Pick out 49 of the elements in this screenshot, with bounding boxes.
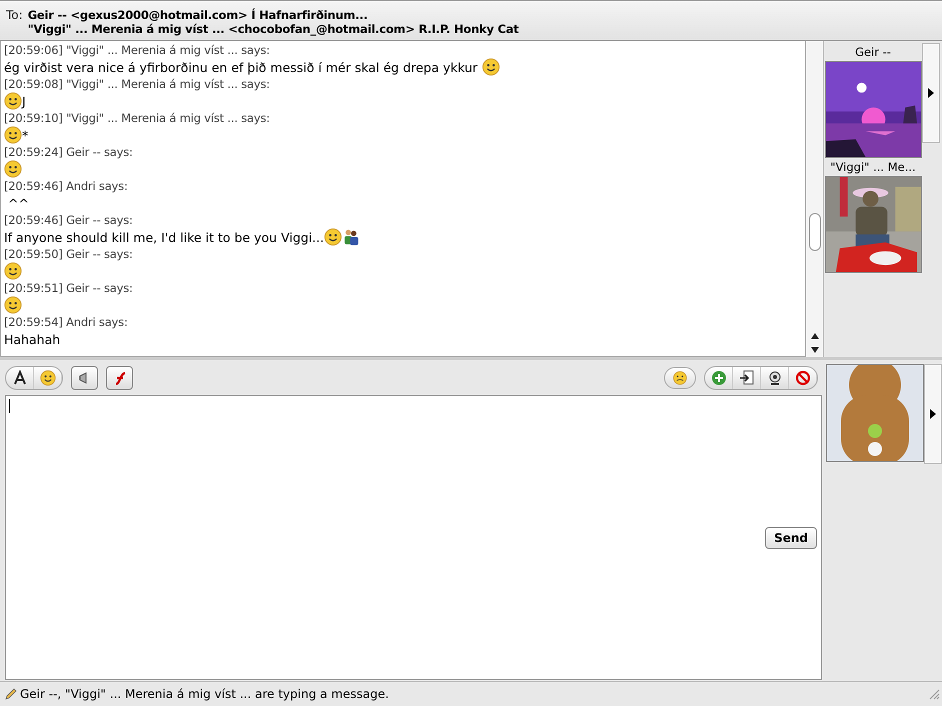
message-input[interactable]: Send [5, 395, 822, 680]
contact-name: Geir -- [855, 44, 891, 61]
message-header: [20:59:08] "Viggi" ... Merenia á mig víst ... says: [4, 76, 271, 92]
recipient-text: "Viggi" ... Merenia á mig víst ... <chocobofan_@hotmail.com> R.I.P. Honky Cat [28, 22, 519, 36]
message-header: [20:59:46] Andri says: [4, 178, 129, 194]
message-text: ^^ [6, 196, 29, 210]
smiley-icon [482, 58, 500, 76]
scrollbar[interactable] [806, 41, 824, 357]
scroll-thumb[interactable] [809, 213, 821, 251]
flash-button[interactable] [106, 366, 133, 390]
message-text: * [22, 128, 28, 142]
plus-icon [710, 370, 726, 386]
message-text: Hahahah [4, 332, 60, 346]
file-arrow-icon [738, 370, 754, 386]
message-header: [20:59:10] "Viggi" ... Merenia á mig víst ... says: [4, 110, 271, 126]
message-header: [20:59:51] Geir -- says: [4, 280, 134, 296]
pencil-icon [5, 688, 17, 700]
to-label: To: [6, 8, 23, 24]
message-header: [20:59:50] Geir -- says: [4, 246, 134, 262]
message-header: [20:59:24] Geir -- says: [4, 144, 134, 160]
webcam-icon [766, 370, 782, 386]
nudge-button[interactable] [664, 367, 696, 389]
smiley-icon [40, 370, 56, 386]
message-header: [20:59:54] Andri says: [4, 314, 129, 330]
smiley-icon [4, 262, 22, 280]
arrow-right-icon [928, 88, 934, 98]
arrow-right-icon [930, 409, 936, 419]
block-icon [794, 370, 810, 386]
message-header: [20:59:46] Geir -- says: [4, 212, 134, 228]
smiley-icon [4, 160, 22, 178]
smiley-icon [4, 92, 22, 110]
letter-a-icon [12, 370, 28, 386]
scroll-down-icon[interactable] [810, 347, 818, 353]
send-button[interactable]: Send [765, 527, 817, 549]
contact-name: "Viggi" ... Me... [830, 159, 916, 176]
message-text: If anyone should kill me, I'd like it to be you Viggi... [4, 230, 324, 244]
scroll-up-icon[interactable] [810, 333, 818, 339]
resize-grip-icon [928, 688, 940, 700]
smiley-icon [4, 126, 22, 144]
message-header: [20:59:06] "Viggi" ... Merenia á mig víst ... says: [4, 42, 271, 58]
recipient-text: Geir -- <gexus2000@hotmail.com> Í Hafnarfirðinum... [28, 8, 369, 22]
smiley-icon [324, 228, 342, 246]
message-text: ég virðist vera nice á yfirborðinu en ef þið messið í mér skal ég drepa ykkur [4, 60, 479, 74]
voice-clip-button[interactable] [71, 366, 98, 390]
typing-status: Geir --, "Viggi" ... Merenia á mig víst ... are typing a message. [20, 687, 389, 701]
smiley-icon [672, 370, 688, 386]
message-text: J [22, 94, 26, 108]
people-icon [342, 228, 360, 246]
smiley-icon [4, 296, 22, 314]
